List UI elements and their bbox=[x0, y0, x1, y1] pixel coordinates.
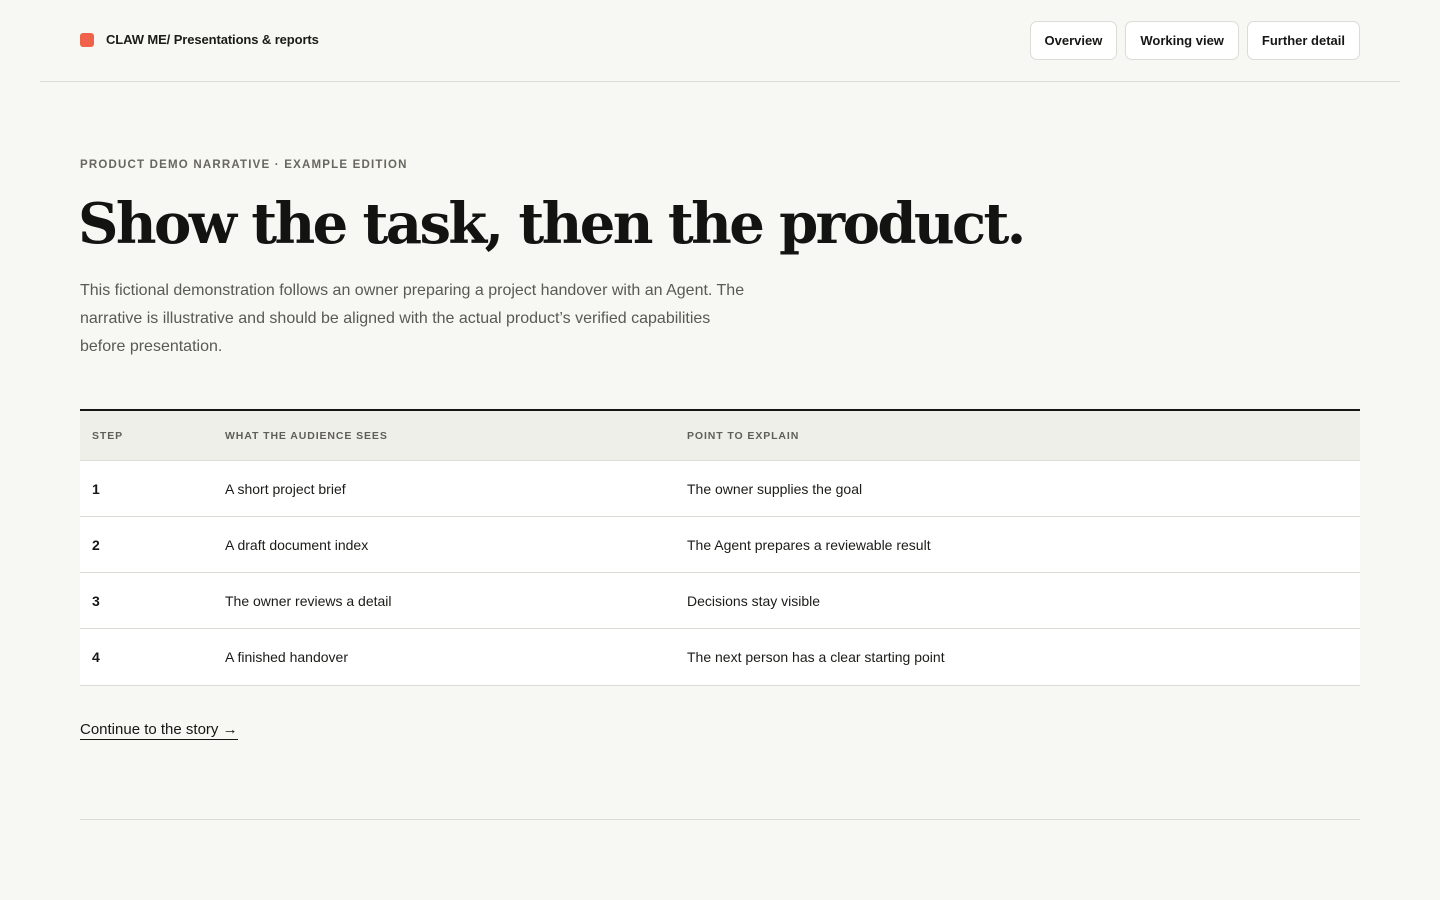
nav-overview-button[interactable]: Overview bbox=[1029, 21, 1118, 60]
step-number: 3 bbox=[92, 592, 100, 609]
point-to-explain-cell: Decisions stay visible bbox=[687, 592, 821, 609]
brand[interactable]: CLAW ME/ Presentations & reports bbox=[80, 33, 319, 47]
audience-sees-cell: A draft document index bbox=[225, 536, 369, 553]
step-number: 1 bbox=[92, 480, 100, 497]
intro-paragraph: This fictional demonstration follows an … bbox=[80, 282, 745, 355]
eyebrow-label: PRODUCT DEMO NARRATIVE · EXAMPLE EDITION bbox=[80, 159, 408, 171]
point-to-explain-cell: The next person has a clear starting poi… bbox=[687, 649, 945, 665]
step-number: 4 bbox=[92, 649, 100, 665]
point-to-explain-cell: The Agent prepares a reviewable result bbox=[687, 536, 931, 553]
audience-sees-cell: A short project brief bbox=[225, 480, 346, 497]
top-bar: CLAW ME/ Presentations & reports Overvie… bbox=[40, 0, 1400, 82]
table-header-row: STEP WHAT THE AUDIENCE SEES POINT TO EXP… bbox=[80, 411, 1360, 461]
demo-steps-table: STEP WHAT THE AUDIENCE SEES POINT TO EXP… bbox=[80, 409, 1360, 686]
audience-sees-cell: A finished handover bbox=[225, 649, 348, 665]
column-header-audience-sees: WHAT THE AUDIENCE SEES bbox=[225, 429, 388, 442]
brand-logo-icon bbox=[80, 33, 94, 47]
footer-divider bbox=[80, 819, 1360, 820]
brand-title: CLAW ME/ Presentations & reports bbox=[106, 32, 319, 47]
top-nav: Overview Working view Further detail bbox=[1029, 21, 1360, 60]
continue-story-link[interactable]: Continue to the story → bbox=[80, 720, 238, 740]
table-row: 3 The owner reviews a detail Decisions s… bbox=[80, 573, 1360, 629]
audience-sees-cell: The owner reviews a detail bbox=[225, 592, 392, 609]
point-to-explain-cell: The owner supplies the goal bbox=[687, 480, 863, 497]
page-title: Show the task, then the product. bbox=[78, 191, 1026, 257]
nav-further-detail-button[interactable]: Further detail bbox=[1246, 21, 1360, 60]
nav-working-view-button[interactable]: Working view bbox=[1125, 21, 1239, 60]
table-row: 4 A finished handover The next person ha… bbox=[80, 629, 1360, 686]
step-number: 2 bbox=[92, 536, 100, 553]
column-header-step: STEP bbox=[92, 429, 124, 442]
table-row: 1 A short project brief The owner suppli… bbox=[80, 461, 1360, 517]
table-row: 2 A draft document index The Agent prepa… bbox=[80, 517, 1360, 573]
column-header-point: POINT TO EXPLAIN bbox=[687, 429, 800, 442]
